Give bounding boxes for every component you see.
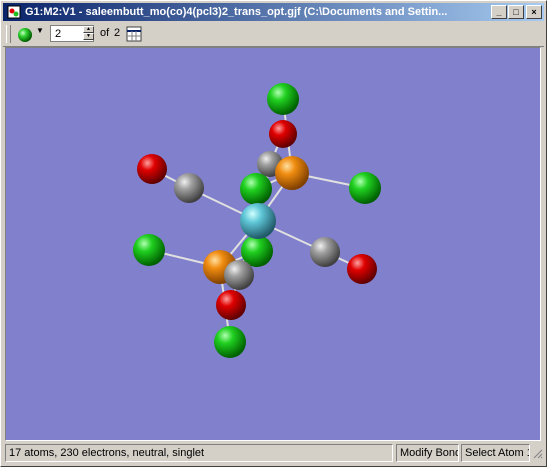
molecule-info: 17 atoms, 230 electrons, neutral, single…: [5, 444, 393, 462]
page-total: 2: [114, 27, 121, 39]
minimize-button[interactable]: _: [491, 5, 507, 19]
selection-indicator: Select Atom 1: [461, 444, 530, 462]
chlorine-atom[interactable]: [240, 173, 272, 205]
close-button[interactable]: ×: [526, 5, 542, 19]
oxygen-atom[interactable]: [137, 154, 167, 184]
resize-grip-icon[interactable]: [532, 448, 543, 460]
close-icon: ×: [531, 7, 537, 17]
chlorine-atom[interactable]: [349, 172, 381, 204]
carbon-atom[interactable]: [224, 260, 254, 290]
maximize-icon: □: [513, 7, 519, 17]
oxygen-atom[interactable]: [216, 290, 246, 320]
oxygen-atom[interactable]: [269, 120, 297, 148]
spin-up-icon[interactable]: ▲: [83, 26, 94, 33]
chlorine-atom[interactable]: [267, 83, 299, 115]
toolbar: ▼ ▲ ▼ of 2: [3, 22, 544, 47]
carbon-atom[interactable]: [310, 237, 340, 267]
maximize-button[interactable]: □: [508, 5, 524, 19]
phosphorus-atom[interactable]: [275, 156, 309, 190]
carbon-atom[interactable]: [174, 173, 204, 203]
molecule-viewport[interactable]: [5, 47, 541, 441]
minimize-icon: _: [496, 7, 502, 17]
gaussview-app-icon: [7, 5, 21, 19]
molybdenum-atom[interactable]: [240, 203, 276, 239]
page-spinner[interactable]: ▲ ▼: [83, 26, 94, 41]
spin-down-icon[interactable]: ▼: [83, 33, 94, 40]
green-sphere-icon[interactable]: [17, 27, 33, 43]
chevron-down-icon[interactable]: ▼: [36, 26, 44, 35]
status-bar: 17 atoms, 230 electrons, neutral, single…: [3, 444, 544, 464]
atoms: [133, 83, 381, 358]
toolbar-grip[interactable]: [6, 25, 11, 43]
title-bar[interactable]: G1:M2:V1 - saleembutt_mo(co)4(pcl3)2_tra…: [3, 3, 544, 21]
mode-indicator: Modify Bond: [396, 444, 459, 462]
of-label: of: [100, 27, 110, 39]
application-window: G1:M2:V1 - saleembutt_mo(co)4(pcl3)2_tra…: [0, 0, 547, 467]
chlorine-atom[interactable]: [214, 326, 246, 358]
chlorine-atom[interactable]: [133, 234, 165, 266]
grid-view-icon[interactable]: [126, 26, 142, 42]
window-title: G1:M2:V1 - saleembutt_mo(co)4(pcl3)2_tra…: [25, 6, 448, 18]
oxygen-atom[interactable]: [347, 254, 377, 284]
molecule-view[interactable]: [6, 48, 540, 440]
